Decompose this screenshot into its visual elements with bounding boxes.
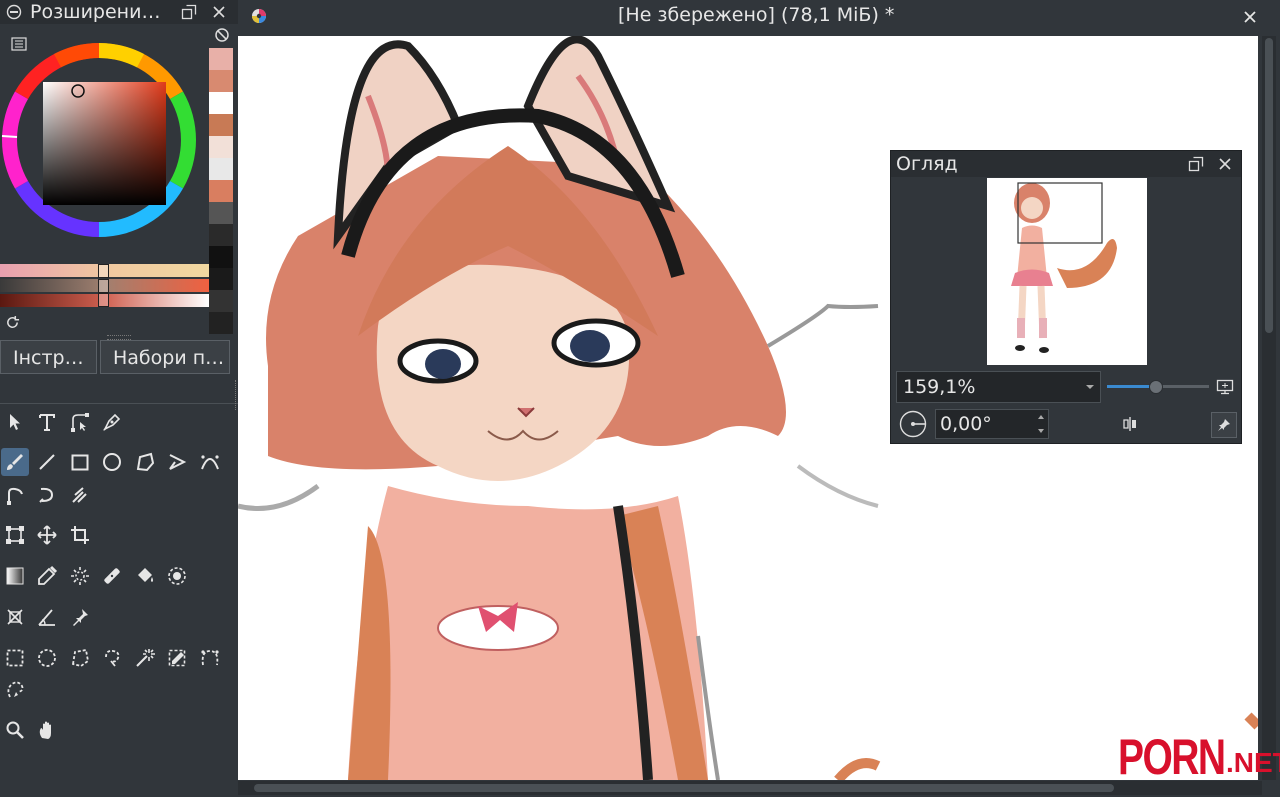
left-docker-panel: Розширени… Інстр… Набори п…: [0, 0, 240, 797]
hue-slider-handle[interactable]: [98, 264, 109, 278]
zoom-slider[interactable]: [1107, 380, 1209, 394]
transform-tool-icon[interactable]: [1, 521, 29, 549]
zoom-slider-handle[interactable]: [1149, 380, 1163, 394]
close-docker-icon[interactable]: [210, 3, 228, 21]
color-swatch[interactable]: [209, 246, 233, 268]
refresh-icon[interactable]: [3, 313, 21, 331]
overview-titlebar: Огляд: [891, 151, 1241, 177]
rotation-spinbox[interactable]: 0,00°: [935, 409, 1049, 439]
docker-lock-icon[interactable]: [5, 3, 23, 21]
edit-shapes-tool-icon[interactable]: [66, 408, 94, 436]
tab-brush-presets[interactable]: Набори п…: [100, 340, 230, 374]
magnetic-selection-tool-icon[interactable]: [1, 676, 29, 704]
freehand-path-tool-icon[interactable]: [1, 481, 29, 509]
measure-tool-icon[interactable]: [33, 603, 61, 631]
smart-patch-tool-icon[interactable]: [98, 562, 126, 590]
overview-float-icon[interactable]: [1187, 155, 1205, 173]
similar-color-selection-tool-icon[interactable]: [163, 644, 191, 672]
polygon-tool-icon[interactable]: [131, 448, 159, 476]
overview-close-icon[interactable]: [1216, 155, 1234, 173]
watermark-suffix: .NET: [1226, 747, 1280, 778]
color-picker-tool-icon[interactable]: [33, 562, 61, 590]
overview-thumbnail[interactable]: [987, 178, 1147, 365]
toolbox-divider: [0, 403, 238, 404]
overview-title: Огляд: [896, 153, 958, 175]
multibrush-tool-icon[interactable]: [66, 481, 94, 509]
reference-images-tool-icon[interactable]: [66, 603, 94, 631]
hue-ring[interactable]: [0, 38, 210, 248]
dynamic-brush-tool-icon[interactable]: [33, 481, 61, 509]
color-swatch[interactable]: [209, 290, 233, 312]
color-swatch[interactable]: [209, 268, 233, 290]
color-swatch[interactable]: [209, 202, 233, 224]
gradient-tool-icon[interactable]: [1, 562, 29, 590]
tab-tools[interactable]: Інстр…: [0, 340, 97, 374]
pan-tool-icon[interactable]: [33, 716, 61, 744]
fill-tool-icon[interactable]: [131, 562, 159, 590]
rectangle-tool-icon[interactable]: [66, 448, 94, 476]
spin-down-icon[interactable]: [1036, 426, 1046, 436]
color-swatch[interactable]: [209, 312, 233, 334]
ellipse-tool-icon[interactable]: [98, 448, 126, 476]
vertical-scrollbar[interactable]: [1262, 36, 1276, 780]
zoom-tool-icon[interactable]: [1, 716, 29, 744]
color-swatch[interactable]: [209, 136, 233, 158]
colorize-mask-tool-icon[interactable]: [66, 562, 94, 590]
rotation-dial-icon[interactable]: [897, 409, 929, 439]
vertical-scrollbar-thumb[interactable]: [1265, 38, 1273, 333]
freehand-brush-tool-icon[interactable]: [1, 448, 29, 476]
value-slider-handle[interactable]: [98, 293, 109, 307]
color-swatch[interactable]: [209, 92, 233, 114]
color-swatch[interactable]: [209, 114, 233, 136]
bezier-selection-tool-icon[interactable]: [196, 644, 224, 672]
horizontal-scrollbar-thumb[interactable]: [254, 784, 1114, 792]
horizontal-scrollbar[interactable]: [238, 781, 1262, 795]
spin-up-icon[interactable]: [1036, 412, 1046, 422]
color-history-swatches[interactable]: [209, 48, 233, 334]
polyline-tool-icon[interactable]: [163, 448, 191, 476]
mirror-view-icon[interactable]: [1119, 413, 1141, 435]
close-document-icon[interactable]: [1241, 8, 1259, 26]
zoom-slider-fill: [1107, 385, 1155, 388]
select-shapes-tool-icon[interactable]: [1, 408, 29, 436]
color-swatch[interactable]: [209, 158, 233, 180]
color-swatch[interactable]: [209, 224, 233, 246]
color-docker-titlebar: Розширени…: [0, 0, 238, 24]
enclose-and-fill-tool-icon[interactable]: [163, 562, 191, 590]
color-swatch[interactable]: [209, 48, 233, 70]
color-swatch[interactable]: [209, 70, 233, 92]
text-tool-icon[interactable]: [33, 408, 61, 436]
calligraphy-tool-icon[interactable]: [98, 408, 126, 436]
fit-to-view-icon[interactable]: [1215, 377, 1235, 397]
chevron-down-icon[interactable]: [1085, 382, 1095, 392]
color-swatch[interactable]: [209, 180, 233, 202]
krita-app-icon: [250, 7, 268, 25]
contiguous-selection-tool-icon[interactable]: [131, 644, 159, 672]
assistant-tool-icon[interactable]: [1, 603, 29, 631]
crop-tool-icon[interactable]: [66, 521, 94, 549]
color-docker-title: Розширени…: [30, 1, 161, 23]
document-title: [Не збережено] (78,1 МіБ) *: [618, 4, 895, 26]
line-tool-icon[interactable]: [33, 448, 61, 476]
saturation-slider-handle[interactable]: [98, 279, 109, 293]
freehand-selection-tool-icon[interactable]: [98, 644, 126, 672]
watermark-brand: PORN: [1118, 729, 1226, 785]
document-titlebar: [Не збережено] (78,1 МіБ) *: [238, 0, 1280, 34]
elliptical-selection-tool-icon[interactable]: [33, 644, 61, 672]
overview-docker: Огляд 159,1% 0,00°: [890, 150, 1242, 444]
no-color-icon[interactable]: [213, 26, 231, 44]
watermark-logo: PORN .NET: [1118, 729, 1280, 785]
rectangular-selection-tool-icon[interactable]: [1, 644, 29, 672]
zoom-level-combobox[interactable]: 159,1%: [896, 371, 1101, 403]
bezier-curve-tool-icon[interactable]: [196, 448, 224, 476]
polygonal-selection-tool-icon[interactable]: [66, 644, 94, 672]
zoom-level-value: 159,1%: [903, 376, 976, 398]
rotation-value: 0,00°: [940, 413, 992, 435]
pin-icon[interactable]: [1211, 412, 1237, 438]
float-docker-icon[interactable]: [180, 3, 198, 21]
move-tool-icon[interactable]: [33, 521, 61, 549]
